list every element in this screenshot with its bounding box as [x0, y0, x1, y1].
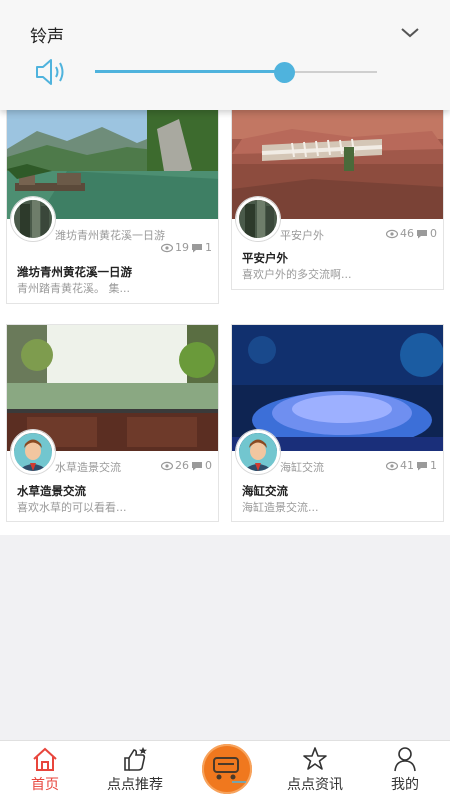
comment-count: 0 [430, 227, 437, 240]
post-title: 水草造景交流 [17, 484, 86, 498]
comment-icon [417, 229, 427, 238]
slider-knob[interactable] [273, 62, 295, 83]
avatar[interactable] [11, 197, 55, 241]
avatar[interactable] [236, 197, 280, 241]
post-author: 平安户外 [280, 229, 324, 242]
ringtone-volume-panel: 铃声 [0, 0, 450, 110]
eye-icon [386, 229, 398, 238]
avatar[interactable] [236, 430, 280, 474]
ringtone-title: 铃声 [30, 27, 64, 47]
post-desc: 喜欢水草的可以看看... [17, 501, 127, 514]
eye-icon [161, 461, 173, 470]
feed-area: 潍坊青州黄花溪一日游 19 1 潍坊青州黄花溪一日游 青州踏青黄花溪。 集... [0, 0, 450, 740]
comment-count: 1 [205, 241, 212, 254]
post-card[interactable]: 海缸交流 41 1 海缸交流 海缸造景交流... [231, 324, 444, 522]
comment-icon [192, 243, 202, 252]
post-stats: 19 1 [161, 241, 212, 254]
post-stats: 46 0 [386, 227, 437, 240]
eye-icon [161, 243, 173, 252]
nav-recommend[interactable]: 点点推荐 [90, 741, 180, 800]
comment-icon [192, 461, 202, 470]
home-icon [33, 747, 57, 771]
post-card[interactable]: 潍坊青州黄花溪一日游 19 1 潍坊青州黄花溪一日游 青州踏青黄花溪。 集... [6, 108, 219, 304]
post-title: 平安户外 [242, 251, 288, 265]
view-count: 26 [175, 459, 189, 472]
chevron-down-icon[interactable] [398, 22, 422, 42]
user-icon [394, 747, 416, 772]
slider-fill [95, 70, 284, 73]
view-count: 41 [400, 459, 414, 472]
post-card[interactable]: 水草造景交流 26 0 水草造景交流 喜欢水草的可以看看... [6, 324, 219, 522]
comment-count: 0 [205, 459, 212, 472]
nav-home[interactable]: 首页 [0, 741, 90, 800]
thumbs-up-icon [124, 747, 147, 771]
cart-logo-icon [213, 757, 246, 783]
nav-mine[interactable]: 我的 [360, 741, 450, 800]
post-stats: 26 0 [161, 459, 212, 472]
nav-mine-label: 我的 [391, 777, 419, 793]
post-author: 水草造景交流 [55, 461, 121, 474]
nav-news-label: 点点资讯 [287, 777, 343, 793]
nav-home-label: 首页 [31, 777, 59, 793]
nav-recommend-label: 点点推荐 [107, 777, 163, 793]
post-author: 海缸交流 [280, 461, 324, 474]
post-desc: 青州踏青黄花溪。 集... [17, 282, 130, 295]
view-count: 46 [400, 227, 414, 240]
post-card[interactable]: 平安户外 46 0 平安户外 喜欢户外的多交流啊... [231, 108, 444, 290]
avatar[interactable] [11, 430, 55, 474]
post-stats: 41 1 [386, 459, 437, 472]
center-action-button[interactable] [202, 744, 252, 794]
post-desc: 喜欢户外的多交流啊... [242, 268, 352, 281]
comment-icon [417, 461, 427, 470]
star-icon [303, 747, 327, 770]
volume-slider[interactable] [95, 62, 377, 83]
post-title: 海缸交流 [242, 484, 288, 498]
view-count: 19 [175, 241, 189, 254]
post-author: 潍坊青州黄花溪一日游 [55, 229, 165, 242]
post-title: 潍坊青州黄花溪一日游 [17, 265, 132, 279]
speaker-icon[interactable] [34, 56, 68, 88]
nav-news[interactable]: 点点资讯 [270, 741, 360, 800]
eye-icon [386, 461, 398, 470]
post-desc: 海缸造景交流... [242, 501, 319, 514]
comment-count: 1 [430, 459, 437, 472]
